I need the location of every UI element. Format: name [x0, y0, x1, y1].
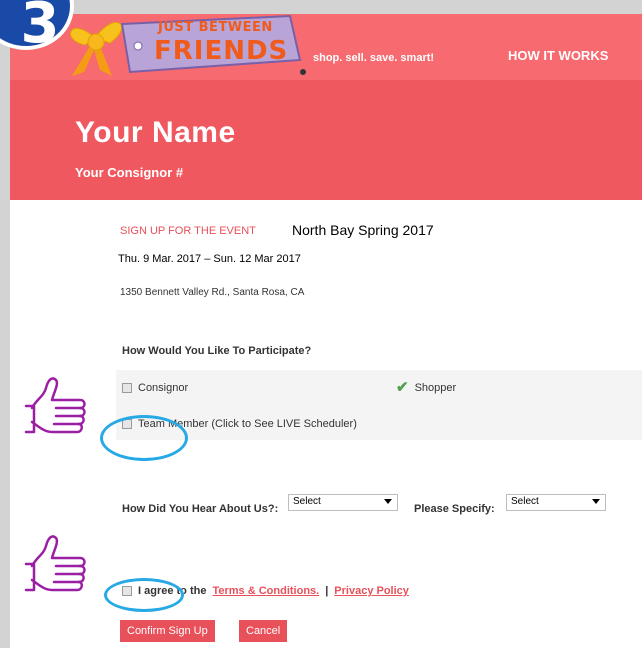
option-shopper[interactable]: ✔ Shopper — [396, 380, 457, 395]
consignor-checkbox[interactable] — [122, 383, 132, 393]
checkmark-icon[interactable]: ✔ — [396, 380, 409, 395]
site-header: JUST BETWEEN FRIENDS shop. sell. save. s… — [10, 14, 642, 80]
highlight-ellipse-agree — [104, 578, 184, 612]
event-dates: Thu. 9 Mar. 2017 – Sun. 12 Mar 2017 — [118, 253, 301, 265]
user-name: Your Name — [75, 116, 236, 149]
highlight-ellipse-team-member — [100, 415, 188, 461]
thumbs-up-icon — [24, 377, 86, 434]
participation-options: Consignor ✔ Shopper Team Member (Click t… — [116, 370, 642, 440]
select-value: Select — [511, 496, 539, 507]
hero-banner: Your Name Your Consignor # — [10, 80, 642, 200]
signup-label: SIGN UP FOR THE EVENT — [120, 225, 256, 237]
event-address: 1350 Bennett Valley Rd., Santa Rosa, CA — [120, 287, 305, 298]
chevron-down-icon — [384, 499, 392, 504]
privacy-policy-link[interactable]: Privacy Policy — [334, 585, 409, 597]
option-label: Consignor — [138, 382, 189, 394]
tagline: shop. sell. save. smart! — [313, 52, 435, 64]
chevron-down-icon — [592, 499, 600, 504]
link-separator: | — [325, 585, 329, 597]
select-value: Select — [293, 496, 321, 507]
page-frame-left — [0, 0, 10, 648]
terms-link[interactable]: Terms & Conditions. — [212, 585, 319, 597]
specify-label: Please Specify: — [414, 503, 495, 515]
participate-title: How Would You Like To Participate? — [122, 345, 312, 357]
logo-text-main: FRIENDS — [154, 36, 289, 66]
consignor-number: Your Consignor # — [75, 165, 184, 180]
confirm-signup-button[interactable]: Confirm Sign Up — [120, 620, 215, 642]
option-label: Shopper — [414, 382, 457, 394]
site-logo[interactable]: JUST BETWEEN FRIENDS — [60, 10, 310, 80]
option-consignor[interactable]: Consignor — [122, 382, 188, 394]
hear-about-label: How Did You Hear About Us?: — [122, 503, 279, 515]
logo-text-top: JUST BETWEEN — [158, 20, 273, 35]
cancel-button[interactable]: Cancel — [239, 620, 288, 642]
event-name: North Bay Spring 2017 — [292, 222, 434, 238]
specify-select[interactable]: Select — [506, 494, 606, 511]
nav-how-it-works[interactable]: HOW IT WORKS — [508, 48, 608, 63]
hear-about-select[interactable]: Select — [288, 494, 398, 511]
step-number: 3 — [20, 0, 60, 56]
thumbs-up-icon — [24, 535, 86, 592]
